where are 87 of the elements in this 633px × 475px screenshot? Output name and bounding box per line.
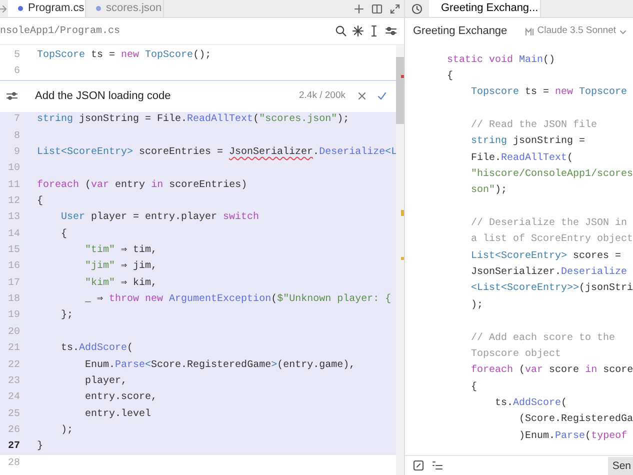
- line-number: 12: [6, 195, 20, 210]
- code-line: "tim" ⇒ tim,: [84, 244, 158, 258]
- model-selector[interactable]: Claude 3.5 Sonnet: [525, 24, 627, 39]
- code-line: }: [37, 440, 44, 454]
- scrollbar-thumb[interactable]: [396, 57, 404, 124]
- line-number: 16: [6, 260, 20, 274]
- send-button[interactable]: Sen: [608, 456, 633, 474]
- code-line: // Add each score to the: [470, 332, 616, 346]
- file-path: nsoleApp1/Program.cs: [0, 24, 120, 38]
- line-number: 17: [6, 276, 20, 291]
- code-line: Topscore ts = new Topscore: [470, 86, 628, 100]
- code-line: TopScore ts = new TopScore();: [37, 48, 212, 63]
- scroll-marker: [401, 75, 404, 78]
- code-line: };: [60, 308, 74, 324]
- line-number: 8: [12, 130, 20, 144]
- scrollbar[interactable]: [396, 45, 404, 475]
- code-line: "jim" ⇒ jim,: [84, 260, 158, 274]
- code-line: _ ⇒ throw new ArgumentException($"Unknown player: {: [84, 292, 392, 308]
- line-number: 25: [6, 408, 20, 422]
- code-line: <List<ScoreEntry>>(jsonStri: [470, 282, 633, 296]
- line-number: 20: [6, 326, 20, 340]
- chat-tab[interactable]: Greeting Exchang...: [429, 0, 541, 17]
- code-line: )Enum.Parse(typeof: [518, 430, 628, 444]
- model-icon: [525, 27, 534, 36]
- line-number: 9: [12, 146, 20, 160]
- code-line: {: [470, 380, 478, 395]
- code-line: List<ScoreEntry> scoreEntries = JsonSerializer.Deserialize<L: [37, 146, 398, 160]
- code-line: ts.AddScore(: [494, 396, 568, 411]
- code-line: );: [60, 424, 74, 438]
- line-number: 18: [6, 293, 20, 308]
- list-icon[interactable]: [432, 460, 443, 471]
- line-number: 19: [6, 309, 20, 324]
- code-line: "hiscore/ConsoleApp1/scores: [470, 168, 633, 182]
- code-line: foreach (var score in score: [470, 364, 633, 378]
- code-line: a list of ScoreEntry object: [470, 232, 633, 248]
- line-number: 28: [6, 456, 20, 471]
- line-number: 11: [6, 178, 20, 193]
- code-line: foreach (var entry in scoreEntries): [37, 178, 248, 193]
- line-number: 14: [6, 228, 20, 242]
- line-number: 10: [6, 162, 20, 176]
- line-number: 15: [6, 244, 20, 258]
- code-line: static void Main(): [446, 54, 556, 68]
- scroll-marker: [401, 257, 404, 260]
- line-number: 23: [6, 374, 20, 389]
- sparkle-icon[interactable]: [350, 24, 364, 38]
- line-number: 6: [12, 65, 20, 80]
- code-line: {: [60, 228, 68, 242]
- code-line: {: [446, 70, 454, 84]
- prompt-input[interactable]: Add the JSON loading code: [35, 88, 255, 104]
- code-line: User player = entry.player switch: [60, 210, 260, 226]
- chat-title: Greeting Exchange: [413, 24, 508, 40]
- line-number: 24: [6, 391, 20, 406]
- close-icon[interactable]: [357, 91, 368, 102]
- code-line: (Score.RegisteredGa: [518, 412, 633, 428]
- code-line: File.ReadAllText(: [470, 152, 574, 166]
- line-number: 21: [6, 342, 20, 356]
- editor-tab[interactable]: Program.cs: [8, 0, 86, 17]
- code-line: player,: [84, 374, 128, 389]
- code-line: string jsonString =: [470, 134, 586, 150]
- code-line: son");: [470, 184, 508, 198]
- code-line: entry.level: [84, 408, 152, 422]
- code-line: JsonSerializer.Deserialize: [470, 266, 628, 280]
- line-number: 27: [6, 440, 20, 454]
- checkmark-icon[interactable]: [377, 91, 388, 102]
- code-line: entry.score,: [84, 391, 158, 406]
- code-line: List<ScoreEntry> scores =: [470, 250, 622, 264]
- code-line: "kim" ⇒ kim,: [84, 276, 158, 291]
- code-line: );: [470, 298, 484, 313]
- line-number: 22: [6, 358, 20, 373]
- line-number: 13: [6, 211, 20, 226]
- history-icon[interactable]: [411, 2, 423, 14]
- code-line: // Read the JSON file: [470, 118, 598, 134]
- code-line: Enum.Parse<Score.RegisteredGame>(entry.game),: [84, 358, 356, 373]
- chevron-down-icon: [619, 28, 627, 36]
- code-line: string jsonString = File.ReadAllText("scores.json");: [37, 112, 350, 128]
- code-line: {: [37, 194, 44, 210]
- code-line: Topscore object: [470, 348, 562, 362]
- line-number: 7: [12, 113, 20, 128]
- line-number: 5: [12, 48, 20, 63]
- scroll-marker: [401, 210, 404, 216]
- token-count: 2.4k / 200k: [299, 89, 346, 104]
- search-icon[interactable]: [334, 24, 348, 38]
- code-line: ts.AddScore(: [60, 342, 134, 356]
- line-number: 26: [6, 424, 20, 438]
- code-line: // Deserialize the JSON in: [470, 216, 628, 232]
- settings-icon[interactable]: [384, 24, 398, 38]
- attach-file-icon[interactable]: [413, 460, 424, 471]
